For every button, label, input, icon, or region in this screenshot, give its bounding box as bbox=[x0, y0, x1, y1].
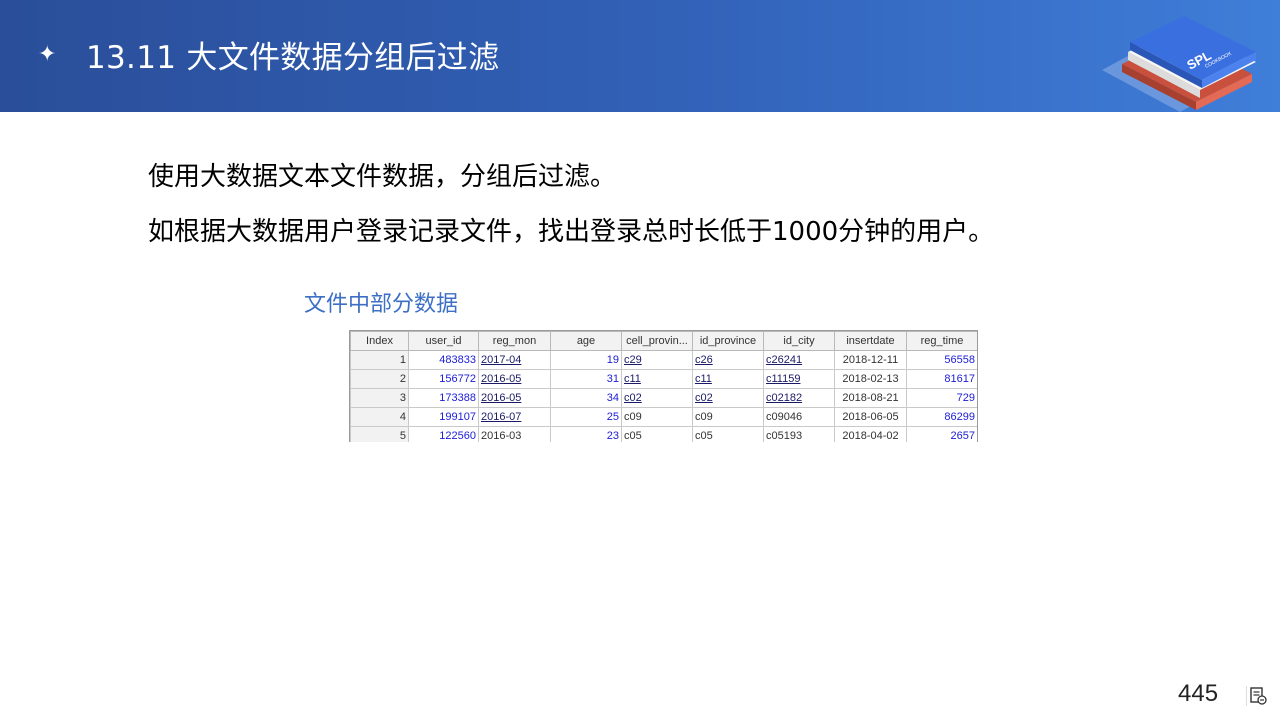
cell-province-cell: c09 bbox=[621, 407, 693, 427]
user-id-cell: 483833 bbox=[408, 350, 479, 370]
id-city-cell: c05193 bbox=[763, 426, 835, 442]
notes-icon[interactable] bbox=[1246, 686, 1268, 706]
age-cell: 25 bbox=[550, 407, 622, 427]
reg-mon-cell[interactable]: 2016-05 bbox=[478, 369, 551, 389]
reg-time-cell: 729 bbox=[906, 388, 977, 408]
table-row: 2 156772 2016-05 31 c11 c11 c11159 2018-… bbox=[350, 369, 977, 389]
table-caption: 文件中部分数据 bbox=[304, 292, 459, 317]
user-id-cell: 173388 bbox=[408, 388, 479, 408]
column-header[interactable]: reg_time bbox=[906, 331, 977, 351]
reg-time-cell: 2657 bbox=[906, 426, 977, 442]
reg-time-cell: 81617 bbox=[906, 369, 977, 389]
cell-province-cell[interactable]: c11 bbox=[621, 369, 693, 389]
id-province-cell: c05 bbox=[692, 426, 764, 442]
column-header[interactable]: id_city bbox=[763, 331, 835, 351]
row-index: 1 bbox=[350, 350, 409, 370]
slide-title: 13.11 大文件数据分组后过滤 bbox=[86, 40, 500, 76]
id-province-cell[interactable]: c11 bbox=[692, 369, 764, 389]
insertdate-cell: 2018-06-05 bbox=[834, 407, 907, 427]
user-id-cell: 199107 bbox=[408, 407, 479, 427]
user-id-cell: 156772 bbox=[408, 369, 479, 389]
user-id-cell: 122560 bbox=[408, 426, 479, 442]
id-city-cell[interactable]: c02182 bbox=[763, 388, 835, 408]
table-row: 3 173388 2016-05 34 c02 c02 c02182 2018-… bbox=[350, 388, 977, 408]
row-index: 4 bbox=[350, 407, 409, 427]
id-province-cell[interactable]: c02 bbox=[692, 388, 764, 408]
data-table: Index user_id reg_mon age cell_provin...… bbox=[350, 331, 977, 442]
id-city-cell: c09046 bbox=[763, 407, 835, 427]
intro-text: 使用大数据文本文件数据，分组后过滤。 bbox=[148, 162, 617, 192]
example-text: 如根据大数据用户登录记录文件，找出登录总时长低于1000分钟的用户。 bbox=[148, 217, 995, 247]
cell-province-cell[interactable]: c02 bbox=[621, 388, 693, 408]
sparkle-icon: ✦ bbox=[38, 42, 57, 67]
column-header[interactable]: id_province bbox=[692, 331, 764, 351]
table-header-row: Index user_id reg_mon age cell_provin...… bbox=[350, 331, 977, 351]
cell-province-cell[interactable]: c29 bbox=[621, 350, 693, 370]
id-province-cell: c09 bbox=[692, 407, 764, 427]
id-city-cell[interactable]: c11159 bbox=[763, 369, 835, 389]
page-number: 445 bbox=[1178, 680, 1219, 707]
reg-mon-cell[interactable]: 2016-05 bbox=[478, 388, 551, 408]
age-cell: 19 bbox=[550, 350, 622, 370]
column-header[interactable]: insertdate bbox=[834, 331, 907, 351]
age-cell: 23 bbox=[550, 426, 622, 442]
title-bar: ✦ 13.11 大文件数据分组后过滤 SPL COOKBOOK bbox=[0, 0, 1280, 112]
reg-mon-cell[interactable]: 2016-07 bbox=[478, 407, 551, 427]
spl-cookbook-logo: SPL COOKBOOK bbox=[1102, 16, 1256, 112]
age-cell: 31 bbox=[550, 369, 622, 389]
row-index: 5 bbox=[350, 426, 409, 442]
cell-province-cell: c05 bbox=[621, 426, 693, 442]
table-row: 1 483833 2017-04 19 c29 c26 c26241 2018-… bbox=[350, 350, 977, 370]
column-header[interactable]: age bbox=[550, 331, 622, 351]
reg-time-cell: 56558 bbox=[906, 350, 977, 370]
row-index: 2 bbox=[350, 369, 409, 389]
insertdate-cell: 2018-12-11 bbox=[834, 350, 907, 370]
insertdate-cell: 2018-04-02 bbox=[834, 426, 907, 442]
column-header[interactable]: reg_mon bbox=[478, 331, 551, 351]
row-index: 3 bbox=[350, 388, 409, 408]
column-header[interactable]: cell_provin... bbox=[621, 331, 693, 351]
column-header[interactable]: user_id bbox=[408, 331, 479, 351]
table-row: 4 199107 2016-07 25 c09 c09 c09046 2018-… bbox=[350, 407, 977, 427]
table-row: 5 122560 2016-03 23 c05 c05 c05193 2018-… bbox=[350, 426, 977, 442]
insertdate-cell: 2018-08-21 bbox=[834, 388, 907, 408]
reg-mon-cell[interactable]: 2017-04 bbox=[478, 350, 551, 370]
id-province-cell[interactable]: c26 bbox=[692, 350, 764, 370]
age-cell: 34 bbox=[550, 388, 622, 408]
id-city-cell[interactable]: c26241 bbox=[763, 350, 835, 370]
data-table-panel: Index user_id reg_mon age cell_provin...… bbox=[349, 330, 978, 442]
column-header[interactable]: Index bbox=[350, 331, 409, 351]
insertdate-cell: 2018-02-13 bbox=[834, 369, 907, 389]
reg-mon-cell: 2016-03 bbox=[478, 426, 551, 442]
reg-time-cell: 86299 bbox=[906, 407, 977, 427]
